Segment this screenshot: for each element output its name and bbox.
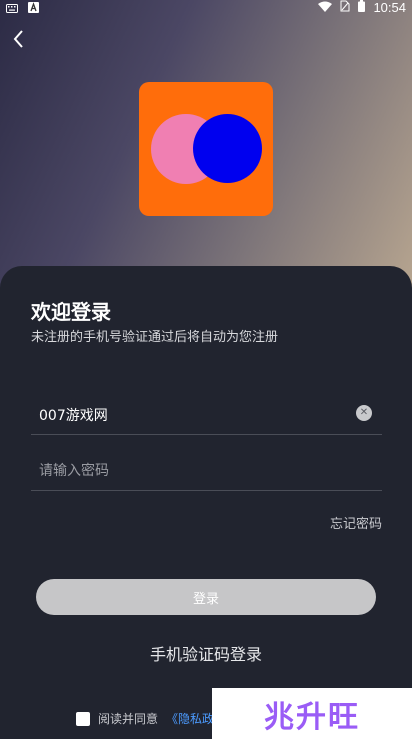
app-logo (139, 82, 273, 216)
sim-icon (340, 0, 350, 15)
wifi-icon (318, 1, 333, 15)
status-time: 10:54 (373, 0, 406, 15)
agree-text: 阅读并同意 (98, 712, 159, 726)
keyboard-icon (6, 2, 18, 16)
chevron-left-icon (13, 30, 23, 48)
account-input[interactable] (39, 404, 349, 426)
forgot-password-link[interactable]: 忘记密码 (330, 513, 382, 532)
page-title: 欢迎登录 (31, 300, 111, 324)
sms-login-link[interactable]: 手机验证码登录 (0, 641, 412, 665)
account-field: ✕ (31, 394, 382, 435)
agree-checkbox[interactable] (76, 711, 90, 726)
password-input[interactable] (39, 460, 349, 482)
battery-icon (358, 0, 366, 15)
watermark: 兆升旺 (212, 688, 412, 739)
back-button[interactable] (10, 28, 28, 50)
login-button[interactable]: 登录 (36, 579, 376, 615)
clear-icon[interactable]: ✕ (356, 405, 372, 421)
agreement-row: 阅读并同意 《隐私政 (76, 710, 214, 727)
privacy-link[interactable]: 《隐私政 (166, 710, 214, 727)
logo-blue-circle (193, 114, 262, 183)
a-icon (28, 2, 39, 16)
status-bar: 10:54 (0, 0, 412, 16)
password-field (31, 450, 382, 491)
page-subtitle: 未注册的手机号验证通过后将自动为您注册 (31, 330, 279, 345)
watermark-text: 兆升旺 (264, 699, 360, 735)
